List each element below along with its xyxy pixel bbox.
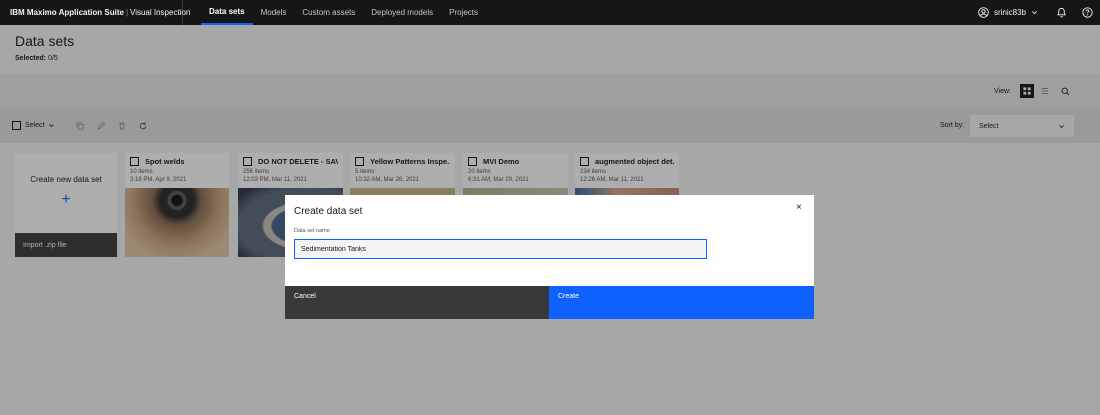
help-icon bbox=[1081, 7, 1093, 18]
tab-custom-assets[interactable]: Custom assets bbox=[294, 0, 363, 25]
user-menu[interactable]: srinic83b bbox=[968, 7, 1048, 18]
brand-name: IBM Maximo Application Suite bbox=[10, 8, 124, 17]
data-set-name-label: Data set name bbox=[294, 228, 330, 234]
modal-title: Create data set bbox=[294, 206, 363, 217]
nav-tabs: Data sets Models Custom assets Deployed … bbox=[201, 0, 486, 25]
app-brand[interactable]: IBM Maximo Application Suite | Visual In… bbox=[0, 0, 190, 25]
bell-icon bbox=[1056, 7, 1066, 18]
chevron-down-icon bbox=[1032, 11, 1037, 15]
notification-button[interactable] bbox=[1048, 0, 1074, 25]
brand-product: Visual Inspection bbox=[130, 8, 191, 17]
nav-right: srinic83b bbox=[968, 0, 1100, 25]
tab-deployed-models[interactable]: Deployed models bbox=[363, 0, 441, 25]
close-icon[interactable]: × bbox=[796, 202, 802, 213]
top-navigation: IBM Maximo Application Suite | Visual In… bbox=[0, 0, 1100, 25]
create-button[interactable]: Create bbox=[549, 286, 814, 319]
help-button[interactable] bbox=[1074, 0, 1100, 25]
tab-projects[interactable]: Projects bbox=[441, 0, 486, 25]
user-name: srinic83b bbox=[993, 8, 1026, 17]
brand-separator: | bbox=[125, 8, 129, 17]
cancel-button[interactable]: Cancel bbox=[285, 286, 549, 319]
create-data-set-modal: Create data set × Data set name Cancel C… bbox=[285, 195, 814, 319]
tab-models[interactable]: Models bbox=[253, 0, 295, 25]
user-avatar-icon bbox=[978, 7, 989, 18]
data-set-name-input[interactable] bbox=[294, 239, 707, 259]
tab-data-sets[interactable]: Data sets bbox=[201, 0, 253, 25]
